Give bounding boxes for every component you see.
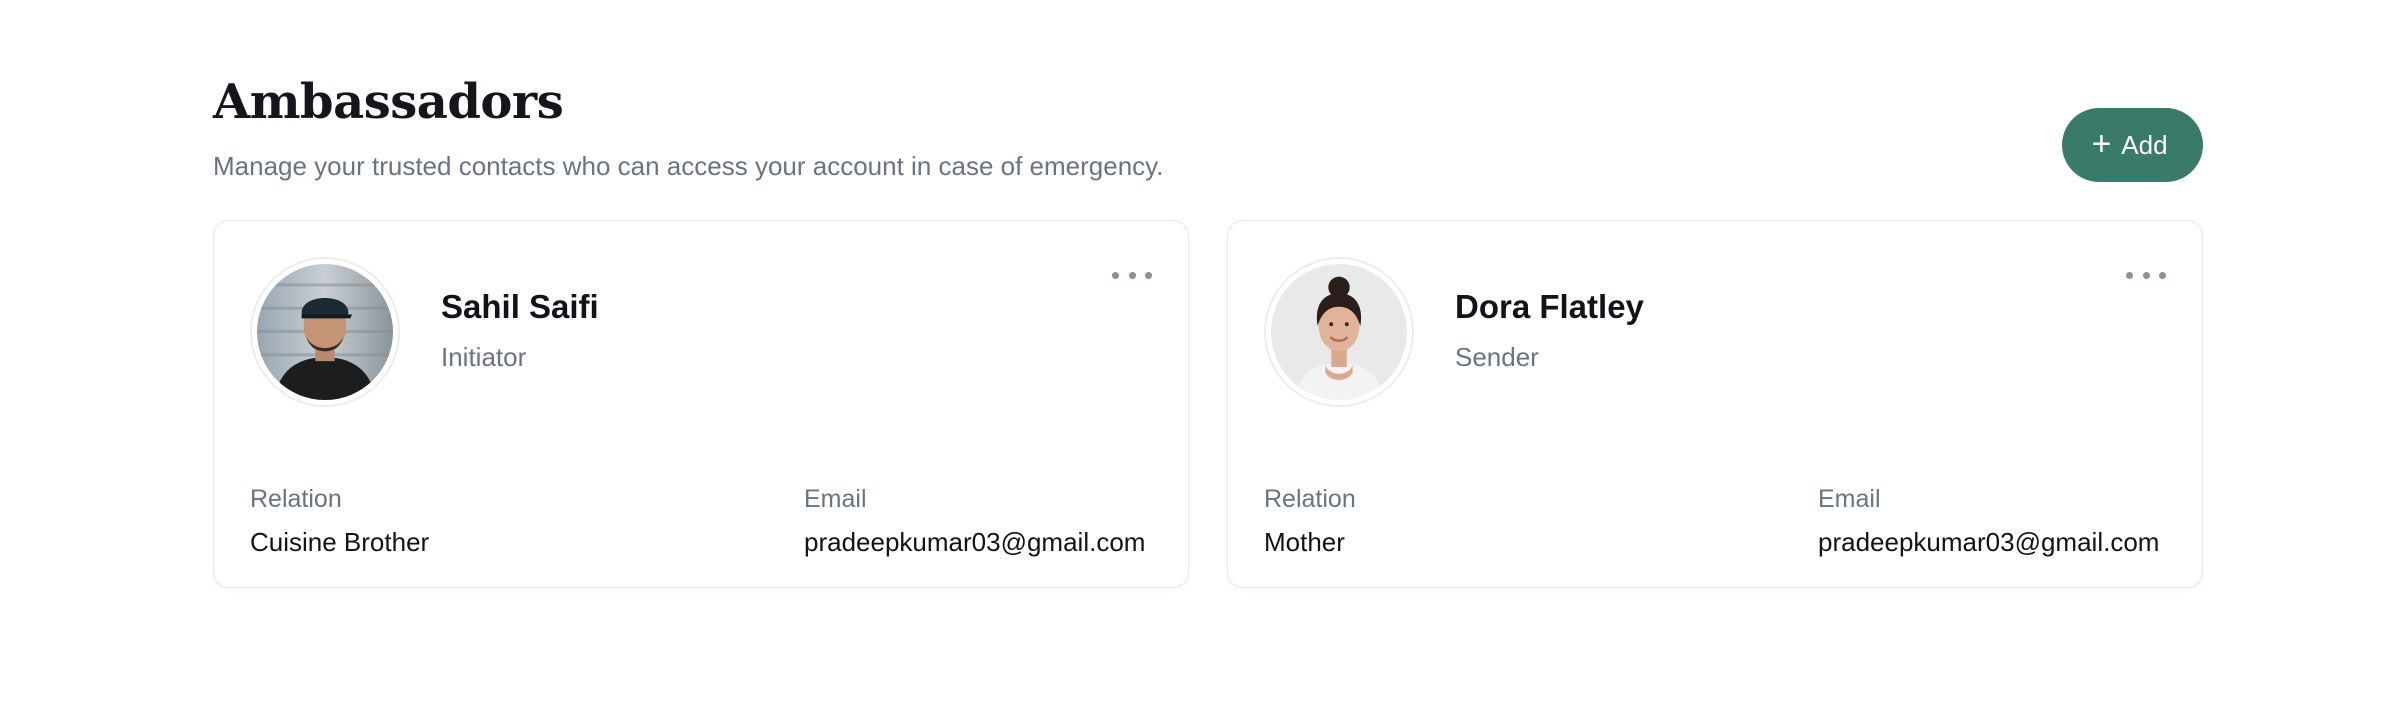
ambassadors-section: Ambassadors Manage your trusted contacts…	[213, 72, 2203, 588]
ambassador-role: Sender	[1455, 342, 1539, 372]
ambassador-name: Dora Flatley	[1455, 288, 1644, 325]
more-horizontal-icon[interactable]	[1112, 265, 1152, 285]
page-subtitle: Manage your trusted contacts who can acc…	[213, 151, 1164, 181]
section-header: Ambassadors Manage your trusted contacts…	[213, 72, 2203, 220]
ambassador-name: Sahil Saifi	[441, 288, 599, 325]
email-value: pradeepkumar03@gmail.com	[804, 527, 1146, 557]
email-label: Email	[804, 485, 867, 513]
relation-label: Relation	[1264, 485, 1356, 513]
avatar-photo-woman	[1271, 264, 1407, 400]
plus-icon: +	[2091, 124, 2112, 163]
add-button-label: Add	[2121, 129, 2168, 160]
ambassador-role: Initiator	[441, 342, 527, 372]
email-value: pradeepkumar03@gmail.com	[1818, 527, 2160, 557]
page-title: Ambassadors	[213, 74, 564, 130]
email-label: Email	[1818, 485, 1881, 513]
relation-label: Relation	[250, 485, 342, 513]
ambassador-card-list: Sahil Saifi Initiator Relation Cuisine B…	[213, 220, 2203, 588]
ambassador-card: Sahil Saifi Initiator Relation Cuisine B…	[213, 220, 1189, 588]
avatar-photo-man	[257, 264, 393, 400]
add-ambassador-button[interactable]: + Add	[2062, 108, 2203, 182]
ambassador-card: Dora Flatley Sender Relation Mother Emai…	[1227, 220, 2203, 588]
avatar	[250, 257, 400, 407]
avatar	[1264, 257, 1414, 407]
more-horizontal-icon[interactable]	[2126, 265, 2166, 285]
relation-value: Mother	[1264, 527, 1345, 557]
relation-value: Cuisine Brother	[250, 527, 430, 557]
